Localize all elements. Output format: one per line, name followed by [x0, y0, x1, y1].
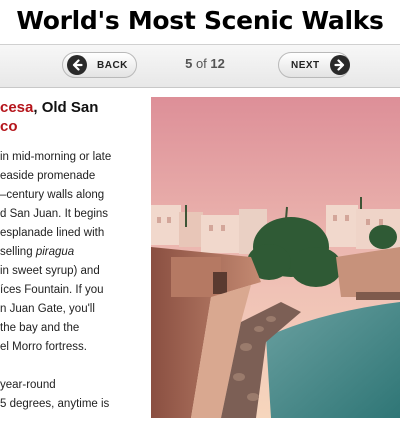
slide-counter: 5 of 12 [160, 56, 250, 71]
desc-line: in mid-morning or late [0, 151, 112, 163]
desc-line: year-round [0, 379, 56, 391]
of-text: of [195, 56, 207, 71]
desc-line: n Juan Gate, you'll [0, 303, 95, 315]
arrow-right-icon [329, 55, 350, 75]
desc-line: easide promenade [0, 170, 96, 182]
page-title: World's Most Scenic Walks [16, 6, 384, 35]
arrow-left-icon [67, 55, 87, 75]
desc-line: the bay and the [0, 322, 80, 334]
next-button[interactable]: NEXT [278, 52, 350, 78]
current-slide: 5 [185, 56, 193, 71]
slide-headline: cesa, Old San co [0, 98, 150, 136]
desc-text: selling [0, 246, 36, 258]
desc-line: íces Fountain. If you [0, 284, 104, 296]
desc-line: 5 degrees, anytime is [0, 398, 110, 410]
slideshow-nav-bar: BACK 5 of 12 NEXT [0, 44, 400, 88]
slide-description: in mid-morning or late easide promenade … [0, 148, 150, 414]
back-button[interactable]: BACK [62, 52, 137, 78]
italic-word: piragua [35, 246, 75, 258]
next-label: NEXT [291, 59, 320, 71]
desc-line: d San Juan. It begins [0, 208, 109, 220]
desc-line-with-italic: selling piragua [0, 243, 150, 262]
headline-line2: co [0, 118, 18, 135]
total-slides: 12 [210, 56, 225, 71]
desc-line: in sweet syrup) and [0, 265, 100, 277]
headline-red-text: cesa [0, 99, 34, 116]
scenic-photo [151, 97, 400, 418]
back-label: BACK [97, 59, 128, 71]
desc-line: el Morro fortress. [0, 341, 87, 353]
desc-line: –century walls along [0, 189, 105, 201]
headline-text: , Old San [33, 99, 99, 116]
desc-line: esplanade lined with [0, 227, 105, 239]
